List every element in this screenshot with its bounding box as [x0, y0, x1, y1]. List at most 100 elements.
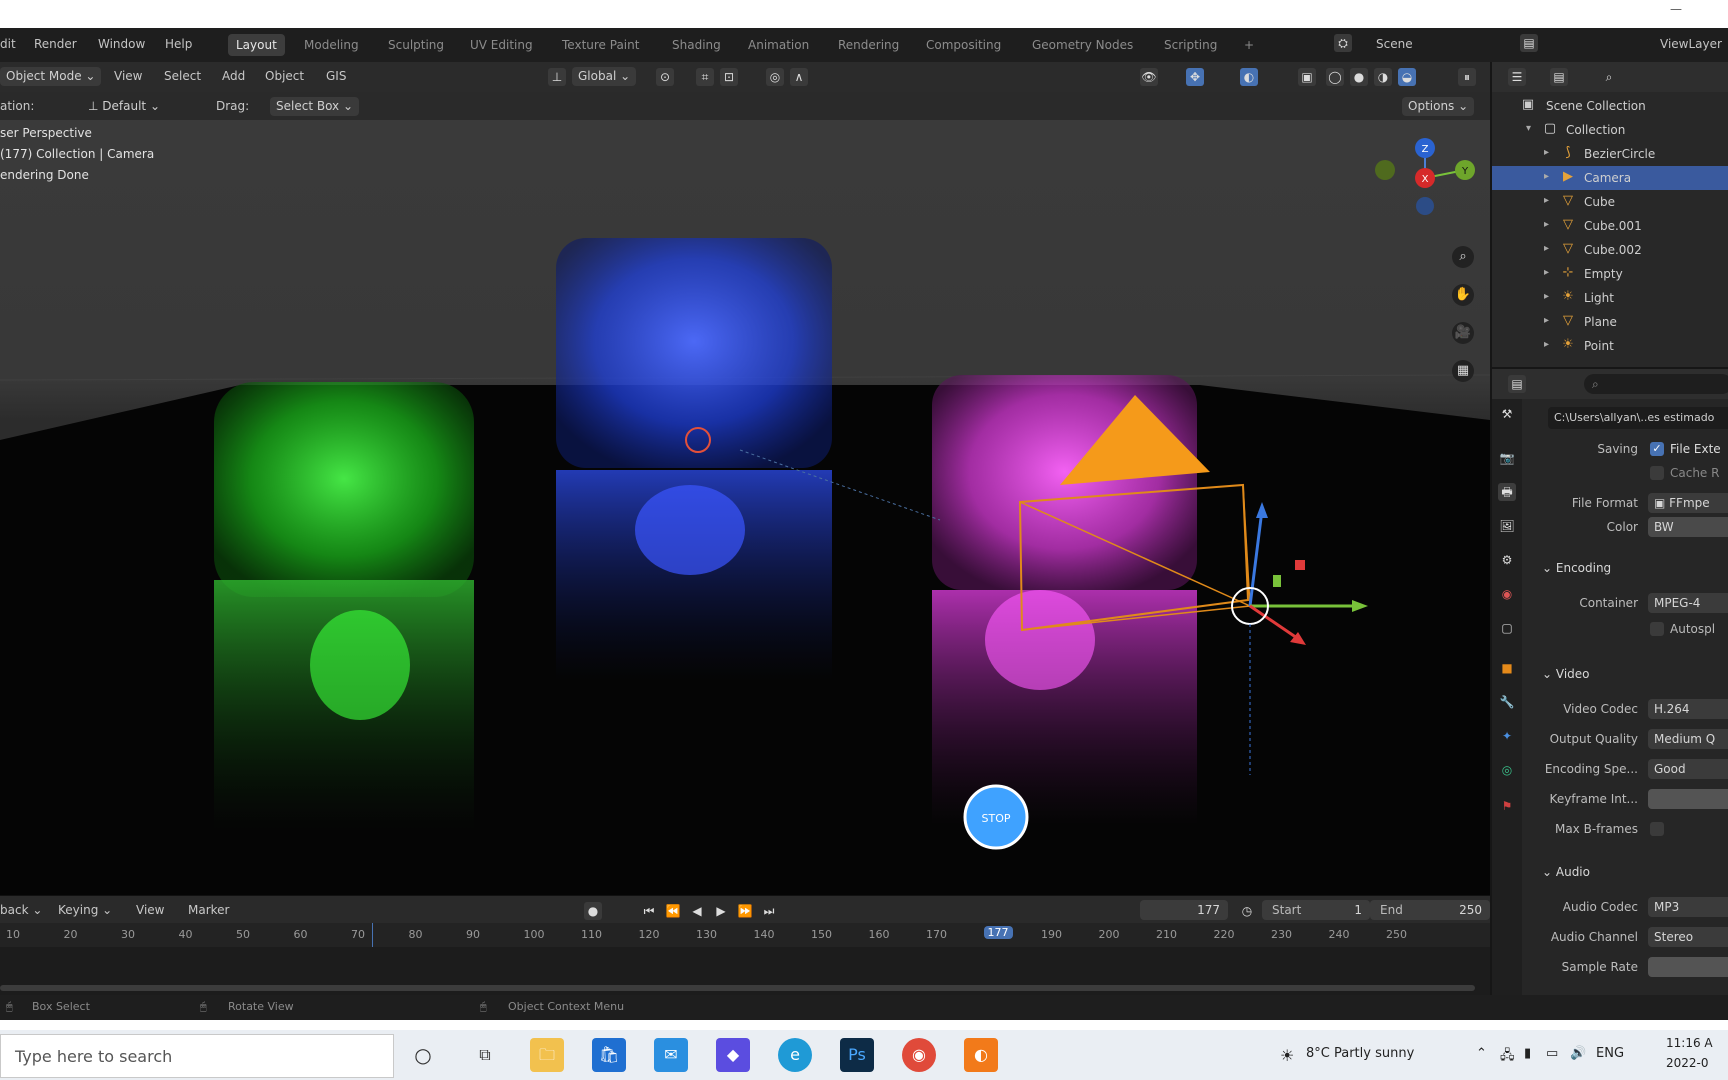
drag-dropdown[interactable]: Select Box ⌄: [270, 97, 360, 116]
tree-item[interactable]: ▸ ▽ Cube.001: [1492, 214, 1728, 238]
output-path-field[interactable]: C:\Users\allyan\..es estimado: [1548, 407, 1728, 429]
chrome-icon[interactable]: ◉: [902, 1038, 936, 1072]
falloff-icon[interactable]: ∧: [790, 68, 808, 86]
xray-icon[interactable]: ▣: [1298, 68, 1316, 86]
battery-icon[interactable]: ▮: [1524, 1046, 1531, 1061]
perspective-toggle-icon[interactable]: ▦: [1452, 360, 1474, 382]
scene-icon[interactable]: ⛭: [1334, 34, 1352, 52]
modifier-tab-icon[interactable]: 🔧: [1498, 693, 1516, 711]
timeline-track[interactable]: [0, 947, 1490, 995]
record-icon[interactable]: ●: [584, 902, 602, 920]
scene-name[interactable]: Scene: [1376, 37, 1413, 51]
taskbar-search-input[interactable]: Type here to search: [0, 1034, 394, 1078]
tab-uv-editing[interactable]: UV Editing: [462, 34, 541, 56]
file-explorer-icon[interactable]: 🗀: [530, 1038, 564, 1072]
expand-arrow-icon[interactable]: ▸: [1544, 315, 1549, 326]
solid-shading-icon[interactable]: ●: [1350, 68, 1368, 86]
audio-channel-dropdown[interactable]: Stereo: [1648, 927, 1728, 947]
menu-object[interactable]: Object: [265, 69, 304, 83]
tree-item[interactable]: ▸ ▽ Cube.002: [1492, 238, 1728, 262]
material-shading-icon[interactable]: ◑: [1374, 68, 1392, 86]
gizmo-toggle-icon[interactable]: ✥: [1186, 68, 1204, 86]
tab-texture-paint[interactable]: Texture Paint: [554, 34, 647, 56]
view-layer-icon[interactable]: ▤: [1520, 34, 1538, 52]
navigation-gizmo[interactable]: Z Y X: [1375, 138, 1475, 215]
photoshop-icon[interactable]: Ps: [840, 1038, 874, 1072]
tree-item[interactable]: ▸ ☀ Light: [1492, 286, 1728, 310]
encoding-speed-dropdown[interactable]: Good: [1648, 759, 1728, 779]
view-layer-name[interactable]: ViewLayer: [1660, 37, 1722, 51]
wireframe-shading-icon[interactable]: ◯: [1326, 68, 1344, 86]
max-bframes-checkbox[interactable]: [1650, 822, 1664, 836]
tree-item[interactable]: ▸ ⊹ Empty: [1492, 262, 1728, 286]
color-bw-button[interactable]: BW: [1648, 517, 1728, 537]
container-dropdown[interactable]: MPEG-4: [1648, 593, 1728, 613]
preview-range-icon[interactable]: ◷: [1238, 902, 1256, 920]
language-indicator[interactable]: ENG: [1596, 1046, 1624, 1061]
menu-view[interactable]: View: [114, 69, 142, 83]
timeline-view-menu[interactable]: View: [136, 903, 164, 917]
screen-recorder-stop-button[interactable]: STOP: [963, 784, 1029, 850]
overlay-toggle-icon[interactable]: ◐: [1240, 68, 1258, 86]
proportional-edit-icon[interactable]: ◎: [766, 68, 784, 86]
properties-search-input[interactable]: ⌕: [1584, 374, 1728, 394]
cortana-icon[interactable]: ○: [406, 1038, 440, 1072]
file-ext-checkbox[interactable]: ✓: [1650, 442, 1664, 456]
tool-tab-icon[interactable]: ⚒: [1498, 405, 1516, 423]
tab-sculpting[interactable]: Sculpting: [380, 34, 452, 56]
jump-keyframe-back-icon[interactable]: ⏪: [664, 902, 682, 920]
jump-end-icon[interactable]: ⏭: [760, 902, 778, 920]
menu-window[interactable]: Window: [98, 37, 145, 51]
play-icon[interactable]: ▶: [712, 902, 730, 920]
play-reverse-icon[interactable]: ◀: [688, 902, 706, 920]
expand-arrow-icon[interactable]: ▸: [1544, 291, 1549, 302]
rendered-shading-icon[interactable]: ◒: [1398, 68, 1416, 86]
end-frame-field[interactable]: End 250: [1370, 900, 1490, 920]
options-dropdown[interactable]: Options ⌄: [1402, 97, 1475, 116]
autosplit-checkbox[interactable]: [1650, 622, 1664, 636]
expand-arrow-icon[interactable]: ▸: [1544, 267, 1549, 278]
properties-editor-type-icon[interactable]: ▤: [1508, 375, 1526, 393]
render-tab-icon[interactable]: 📷: [1498, 449, 1516, 467]
expand-arrow-icon[interactable]: ▾: [1526, 123, 1531, 134]
expand-arrow-icon[interactable]: ▸: [1544, 339, 1549, 350]
output-tab-icon[interactable]: 🖶: [1498, 483, 1516, 501]
tab-scripting[interactable]: Scripting: [1156, 34, 1225, 56]
snap-target-icon[interactable]: ⊡: [720, 68, 738, 86]
3d-viewport[interactable]: Z Y X STOP ser Perspective (177) Collect…: [0, 120, 1490, 895]
pivot-icon[interactable]: ⊙: [656, 68, 674, 86]
tab-animation[interactable]: Animation: [740, 34, 817, 56]
tree-item[interactable]: ▸ ▽ Plane: [1492, 310, 1728, 334]
weather-text[interactable]: 8°C Partly sunny: [1306, 1046, 1414, 1061]
network-icon[interactable]: 🖧: [1500, 1046, 1515, 1068]
store-icon[interactable]: 🛍: [592, 1038, 626, 1072]
pan-hand-icon[interactable]: ✋: [1452, 284, 1474, 306]
orientation-dropdown[interactable]: ⊥ Default ⌄: [82, 97, 166, 116]
visibility-icon[interactable]: 👁: [1140, 68, 1158, 86]
world-tab-icon[interactable]: ◉: [1498, 585, 1516, 603]
menu-add[interactable]: Add: [222, 69, 245, 83]
display-icon[interactable]: ▭: [1546, 1046, 1558, 1061]
current-frame-field[interactable]: 177: [1140, 900, 1228, 920]
cache-checkbox[interactable]: [1650, 466, 1664, 480]
expand-arrow-icon[interactable]: ▸: [1544, 243, 1549, 254]
expand-arrow-icon[interactable]: ▸: [1544, 147, 1549, 158]
tab-compositing[interactable]: Compositing: [918, 34, 1009, 56]
audio-codec-dropdown[interactable]: MP3: [1648, 897, 1728, 917]
marker-menu[interactable]: Marker: [188, 903, 229, 917]
clock-date[interactable]: 2022-0: [1666, 1056, 1709, 1070]
task-view-icon[interactable]: ⧉: [468, 1038, 502, 1072]
jump-keyframe-forward-icon[interactable]: ⏩: [736, 902, 754, 920]
file-format-dropdown[interactable]: ▣ FFmpe: [1648, 493, 1728, 513]
show-hidden-icons-icon[interactable]: ⌃: [1476, 1046, 1487, 1061]
video-section[interactable]: ⌄ Video: [1542, 667, 1590, 681]
tree-item[interactable]: ▸ ☀ Point: [1492, 334, 1728, 358]
add-workspace-button[interactable]: +: [1236, 34, 1262, 56]
start-frame-field[interactable]: Start 1: [1262, 900, 1370, 920]
tab-modeling[interactable]: Modeling: [296, 34, 367, 56]
tree-collection[interactable]: ▾ ▢ Collection: [1492, 118, 1728, 142]
tab-geometry-nodes[interactable]: Geometry Nodes: [1024, 34, 1141, 56]
timeline-scrollbar[interactable]: [0, 985, 1475, 991]
timeline-ruler[interactable]: 10 20 30 40 50 60 70 80 90 100 110 120 130 140 150 160 1…: [0, 923, 1490, 995]
snap-icon[interactable]: ⌗: [696, 68, 714, 86]
